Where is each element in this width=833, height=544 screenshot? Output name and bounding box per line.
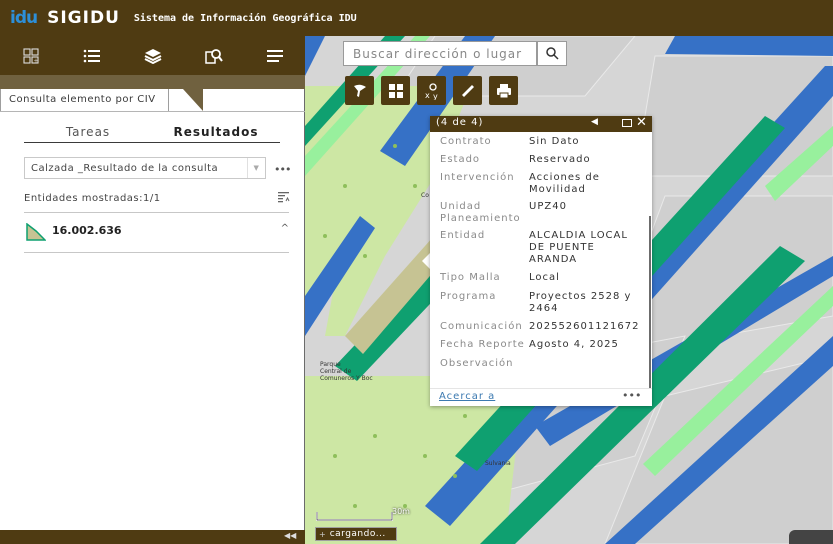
panel-footer: ◀◀ <box>0 530 305 544</box>
status-text: cargando... <box>329 529 386 539</box>
attr-key: Entidad <box>440 230 486 241</box>
grid-icon <box>388 83 403 98</box>
draw-icon <box>353 84 366 97</box>
more-options-icon[interactable]: ••• <box>622 389 641 402</box>
chevron-up-icon[interactable]: ^ <box>281 223 289 234</box>
query-icon <box>204 48 223 64</box>
menu-icon <box>266 49 283 62</box>
attr-key: Programa <box>440 291 497 302</box>
map-label-park-line3: Comuneros Y Boc <box>320 375 373 382</box>
query-panel: Consulta elemento por CIV Tareas Resulta… <box>0 89 305 530</box>
measure-tool-button[interactable] <box>453 76 482 105</box>
attr-value: 202552601121672 <box>529 321 640 332</box>
search-box <box>343 41 537 66</box>
result-layer-select[interactable]: Calzada _Resultado de la consulta ▼ <box>24 157 266 179</box>
layers-icon <box>144 48 161 64</box>
map-tools: x y <box>345 76 518 105</box>
measure-ruler-icon <box>461 84 474 97</box>
result-layer-value: Calzada _Resultado de la consulta <box>31 162 219 174</box>
print-icon <box>496 83 511 98</box>
app-subtitle: Sistema de Información Geográfica IDU <box>133 12 357 24</box>
more-options-icon[interactable]: ••• <box>274 163 291 176</box>
attr-key: Comunicación <box>440 321 523 332</box>
chevron-down-icon[interactable]: ▼ <box>247 158 265 178</box>
attr-value: UPZ40 <box>529 201 567 212</box>
print-tool-button[interactable] <box>489 76 518 105</box>
xy-coordinates-icon: x y <box>425 82 438 100</box>
result-row[interactable]: 16.002.636 ^ <box>24 221 289 251</box>
popup-header: (4 de 4) ◀ ✕ <box>430 115 652 132</box>
popup-attributes: Contrato Sin Dato Estado Reservado Inter… <box>430 134 644 386</box>
expand-icon[interactable]: + <box>319 530 326 539</box>
close-icon[interactable]: ✕ <box>636 115 647 130</box>
list-icon <box>83 49 100 62</box>
attr-key: Tipo Malla <box>440 272 501 283</box>
scale-label: 30m <box>392 507 410 516</box>
list-divider <box>24 212 289 213</box>
map-label-co: Co <box>421 192 429 199</box>
polygon-symbol-icon <box>26 223 46 241</box>
feature-popup: (4 de 4) ◀ ✕ Contrato Sin Dato Estado Re… <box>430 115 652 406</box>
svg-text:y: y <box>433 92 438 100</box>
panel-tab-notch <box>183 89 203 111</box>
attr-value: Sin Dato <box>529 136 580 147</box>
attr-key: Estado <box>440 154 481 165</box>
result-label: 16.002.636 <box>52 224 122 237</box>
menu-button[interactable] <box>244 36 305 75</box>
attr-key: Fecha Reporte <box>440 339 525 350</box>
collapse-panel-icon[interactable]: ◀◀ <box>284 531 296 540</box>
coordinates-tool-button[interactable]: x y <box>417 76 446 105</box>
map-label-park-line2: Central de <box>320 368 352 375</box>
tab-resultados[interactable]: Resultados <box>152 123 280 142</box>
app-header: idu SIGIDU Sistema de Información Geográ… <box>0 0 833 36</box>
query-button[interactable] <box>183 36 244 75</box>
attr-key: Unidad Planeamiento <box>440 201 521 224</box>
attr-value: Agosto 4, 2025 <box>529 339 619 350</box>
previous-feature-icon[interactable]: ◀ <box>591 117 598 127</box>
popup-pointer <box>422 253 430 269</box>
loading-status: + cargando... <box>315 527 397 541</box>
layers-button[interactable] <box>122 36 183 75</box>
popup-count: (4 de 4) <box>436 117 484 128</box>
search-input[interactable] <box>344 42 536 65</box>
map-label-street: Sulvania <box>485 460 511 467</box>
tab-tareas[interactable]: Tareas <box>24 123 152 142</box>
sort-icon[interactable] <box>278 191 290 203</box>
list-divider <box>24 252 289 253</box>
attr-value: Acciones de Movilidad <box>529 172 600 195</box>
popup-footer: Acercar a ••• <box>430 388 652 406</box>
widgets-button[interactable]: + <box>0 36 61 75</box>
entities-count: Entidades mostradas:1/1 <box>24 193 161 204</box>
popup-scrollbar[interactable] <box>649 216 651 388</box>
panel-divider <box>0 111 305 112</box>
svg-text:x: x <box>425 91 430 100</box>
search-icon <box>545 47 559 60</box>
widget-toolbar: + <box>0 36 305 75</box>
grid-tool-button[interactable] <box>381 76 410 105</box>
svg-text:+: + <box>33 57 38 64</box>
attr-value: ALCALDIA LOCAL DE PUENTE ARANDA <box>529 230 628 265</box>
attribution-badge[interactable] <box>789 530 833 544</box>
attr-value: Reservado <box>529 154 591 165</box>
idu-logo: idu <box>10 8 38 28</box>
list-button[interactable] <box>61 36 122 75</box>
panel-title-tab: Consulta elemento por CIV <box>0 89 169 111</box>
search-button[interactable] <box>537 41 567 66</box>
widgets-grid-icon: + <box>22 47 39 64</box>
attr-key: Observación <box>440 358 514 369</box>
attr-value: Local <box>529 272 560 283</box>
attr-value: Proyectos 2528 y 2464 <box>529 291 632 314</box>
draw-tool-button[interactable] <box>345 76 374 105</box>
attr-key: Contrato <box>440 136 492 147</box>
toolbar-strip <box>0 75 305 89</box>
panel-tabs: Tareas Resultados <box>24 123 280 143</box>
maximize-icon[interactable] <box>622 119 632 127</box>
zoom-to-link[interactable]: Acercar a <box>439 391 495 402</box>
map-label-park-line1: Parque <box>320 361 341 368</box>
app-title: SIGIDU <box>47 8 120 28</box>
map-label-park: Parque Central de Comuneros Y Boc <box>320 361 373 382</box>
attr-key: Intervención <box>440 172 515 183</box>
